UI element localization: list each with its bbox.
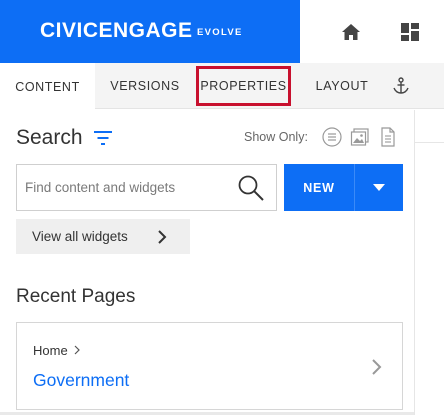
show-only-label: Show Only: <box>244 130 308 144</box>
new-dropdown-toggle[interactable] <box>355 164 403 211</box>
right-pane-divider <box>415 142 444 143</box>
chevron-right-icon <box>372 359 382 375</box>
new-button-label: NEW <box>303 180 335 195</box>
document-icon[interactable] <box>378 127 398 147</box>
home-icon <box>342 24 360 40</box>
app-header: CIVICENGAGE EVOLVE <box>0 0 444 63</box>
filter-icon[interactable] <box>93 130 113 146</box>
tab-content[interactable]: CONTENT <box>0 63 95 110</box>
recent-page-card[interactable]: Home Government <box>16 322 403 410</box>
properties-tab-highlight <box>196 66 291 106</box>
view-all-widgets-label: View all widgets <box>32 229 128 244</box>
chevron-right-icon <box>158 230 167 244</box>
right-pane <box>414 110 444 415</box>
search-icon[interactable] <box>237 174 265 202</box>
image-icon[interactable] <box>350 127 370 147</box>
brand-sub-logo: EVOLVE <box>197 27 243 38</box>
search-box <box>16 164 277 211</box>
tab-content-label: CONTENT <box>15 79 80 94</box>
page-name-link[interactable]: Government <box>33 370 129 391</box>
search-title: Search <box>16 126 83 149</box>
view-all-widgets-button[interactable]: View all widgets <box>16 219 190 254</box>
breadcrumb[interactable]: Home <box>33 343 68 358</box>
dashboard-icon <box>401 23 419 41</box>
brand-bar: CIVICENGAGE EVOLVE <box>0 0 300 63</box>
tab-versions-label: VERSIONS <box>110 79 180 93</box>
tab-layout-label: LAYOUT <box>315 79 369 93</box>
anchor-icon <box>393 77 409 94</box>
tab-layout[interactable]: LAYOUT <box>300 63 384 109</box>
tab-versions[interactable]: VERSIONS <box>95 63 195 109</box>
home-button[interactable] <box>334 16 368 48</box>
recent-pages-title: Recent Pages <box>16 286 136 307</box>
breadcrumb-chevron-icon <box>74 345 80 355</box>
new-button[interactable]: NEW <box>284 164 403 211</box>
caret-down-icon <box>373 184 385 191</box>
dashboard-button[interactable] <box>393 16 427 48</box>
search-input[interactable] <box>17 165 232 210</box>
list-icon[interactable] <box>322 127 342 147</box>
brand-logo: CIVICENGAGE <box>40 19 193 42</box>
tab-anchor[interactable] <box>386 63 416 109</box>
